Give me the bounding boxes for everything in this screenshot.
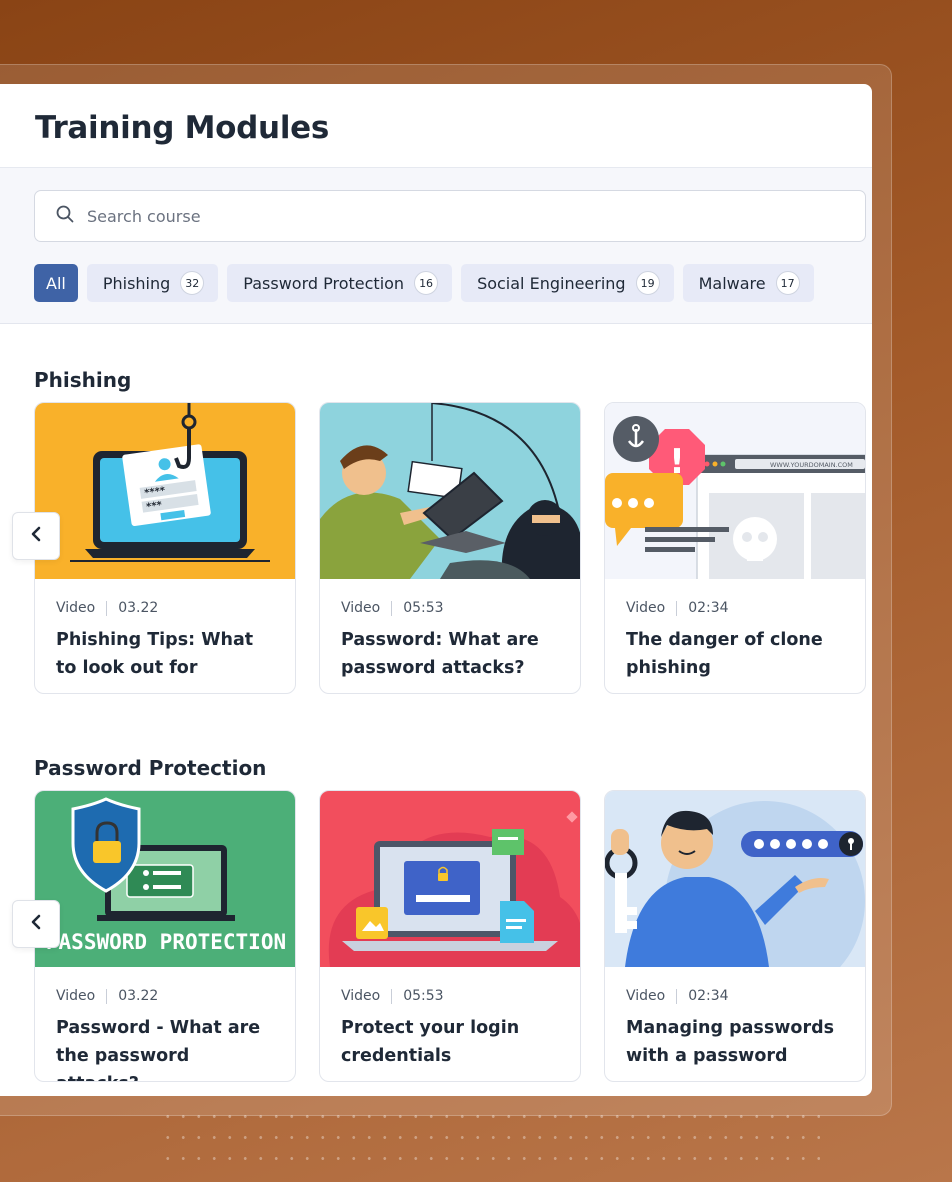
course-card[interactable]: WWW.YOURDOMAIN.COM ! Video 02:34 The dan… xyxy=(604,402,866,694)
card-title: Password: What are password attacks? xyxy=(341,630,539,678)
card-duration: 05:53 xyxy=(403,600,444,616)
search-icon xyxy=(55,204,75,228)
card-title: Managing passwords with a password xyxy=(626,1018,835,1066)
card-title: Phishing Tips: What to look out for xyxy=(56,630,254,678)
meta-divider xyxy=(391,988,393,1004)
card-title: Protect your login credentials xyxy=(341,1018,520,1066)
chip-count: 32 xyxy=(180,271,205,295)
card-meta: Video 05:53 xyxy=(320,967,580,1004)
filter-chip-password-protection[interactable]: Password Protection 16 xyxy=(227,264,453,302)
filter-chips: All Phishing 32 Password Protection 16 S… xyxy=(34,264,872,302)
header: Training Modules xyxy=(0,84,872,168)
meta-divider xyxy=(676,988,678,1004)
thumb-banner-text: PASSWORD PROTECTION xyxy=(46,930,286,954)
card-type: Video xyxy=(56,988,96,1004)
filter-chip-malware[interactable]: Malware 17 xyxy=(682,264,814,302)
filter-chip-social-engineering[interactable]: Social Engineering 19 xyxy=(461,264,674,302)
search-box[interactable] xyxy=(34,190,866,242)
section-phishing: Phishing **** *** Video 03.22 Phishing T… xyxy=(12,368,872,694)
course-thumbnail xyxy=(605,791,865,967)
thumb-url-text: WWW.YOURDOMAIN.COM xyxy=(770,461,853,469)
card-meta: Video 02:34 xyxy=(605,579,865,616)
dot-pattern xyxy=(160,1106,820,1166)
training-modules-panel: Training Modules All Phishing 32 Passwor… xyxy=(0,84,872,1096)
card-duration: 03.22 xyxy=(118,600,159,616)
chevron-left-icon xyxy=(29,914,43,934)
course-card[interactable]: Video 02:34 Managing passwords with a pa… xyxy=(604,790,866,1082)
chip-count: 16 xyxy=(414,271,439,295)
carousel-prev-button[interactable] xyxy=(12,512,60,560)
card-type: Video xyxy=(56,600,96,616)
section-title: Phishing xyxy=(34,368,132,392)
card-type: Video xyxy=(341,988,381,1004)
filter-chip-all[interactable]: All xyxy=(34,264,78,302)
svg-text:***: *** xyxy=(146,500,164,513)
meta-divider xyxy=(391,600,393,616)
carousel-prev-button[interactable] xyxy=(12,900,60,948)
chip-count: 19 xyxy=(635,271,660,295)
course-thumbnail xyxy=(320,403,580,579)
card-duration: 05:53 xyxy=(403,988,444,1004)
meta-divider xyxy=(676,600,678,616)
card-duration: 02:34 xyxy=(688,988,729,1004)
course-card[interactable]: PASSWORD PROTECTION Video 03.22 Password… xyxy=(34,790,296,1082)
section-password-protection: Password Protection PASSWORD PROTECTION … xyxy=(12,756,872,1082)
course-thumbnail xyxy=(320,791,580,967)
page-title: Training Modules xyxy=(35,110,330,146)
chip-label: Phishing xyxy=(102,273,171,293)
card-meta: Video 03.22 xyxy=(35,579,295,616)
course-thumbnail: PASSWORD PROTECTION xyxy=(35,791,295,967)
chip-label: All xyxy=(46,273,66,293)
chip-label: Social Engineering xyxy=(477,273,626,293)
card-title: Password - What are the password attacks… xyxy=(56,1018,261,1081)
card-duration: 03.22 xyxy=(118,988,159,1004)
card-meta: Video 05:53 xyxy=(320,579,580,616)
card-duration: 02:34 xyxy=(688,600,729,616)
course-thumbnail: **** *** xyxy=(35,403,295,579)
card-meta: Video 03.22 xyxy=(35,967,295,1004)
course-thumbnail: WWW.YOURDOMAIN.COM ! xyxy=(605,403,865,579)
card-type: Video xyxy=(626,988,666,1004)
course-card[interactable]: **** *** Video 03.22 Phishing Tips: What… xyxy=(34,402,296,694)
card-type: Video xyxy=(626,600,666,616)
section-title: Password Protection xyxy=(34,756,267,780)
chip-label: Malware xyxy=(698,273,766,293)
search-input[interactable] xyxy=(87,206,487,226)
card-title: The danger of clone phishing xyxy=(626,630,823,678)
card-row: **** *** Video 03.22 Phishing Tips: What… xyxy=(34,402,872,694)
card-meta: Video 02:34 xyxy=(605,967,865,1004)
card-type: Video xyxy=(341,600,381,616)
course-card[interactable]: Video 05:53 Protect your login credentia… xyxy=(319,790,581,1082)
filter-chip-phishing[interactable]: Phishing 32 xyxy=(86,264,219,302)
course-card[interactable]: Video 05:53 Password: What are password … xyxy=(319,402,581,694)
chip-count: 17 xyxy=(775,271,800,295)
meta-divider xyxy=(106,600,108,616)
meta-divider xyxy=(106,988,108,1004)
filter-area: All Phishing 32 Password Protection 16 S… xyxy=(0,168,872,324)
chip-label: Password Protection xyxy=(243,273,405,293)
card-row: PASSWORD PROTECTION Video 03.22 Password… xyxy=(34,790,872,1082)
chevron-left-icon xyxy=(29,526,43,546)
